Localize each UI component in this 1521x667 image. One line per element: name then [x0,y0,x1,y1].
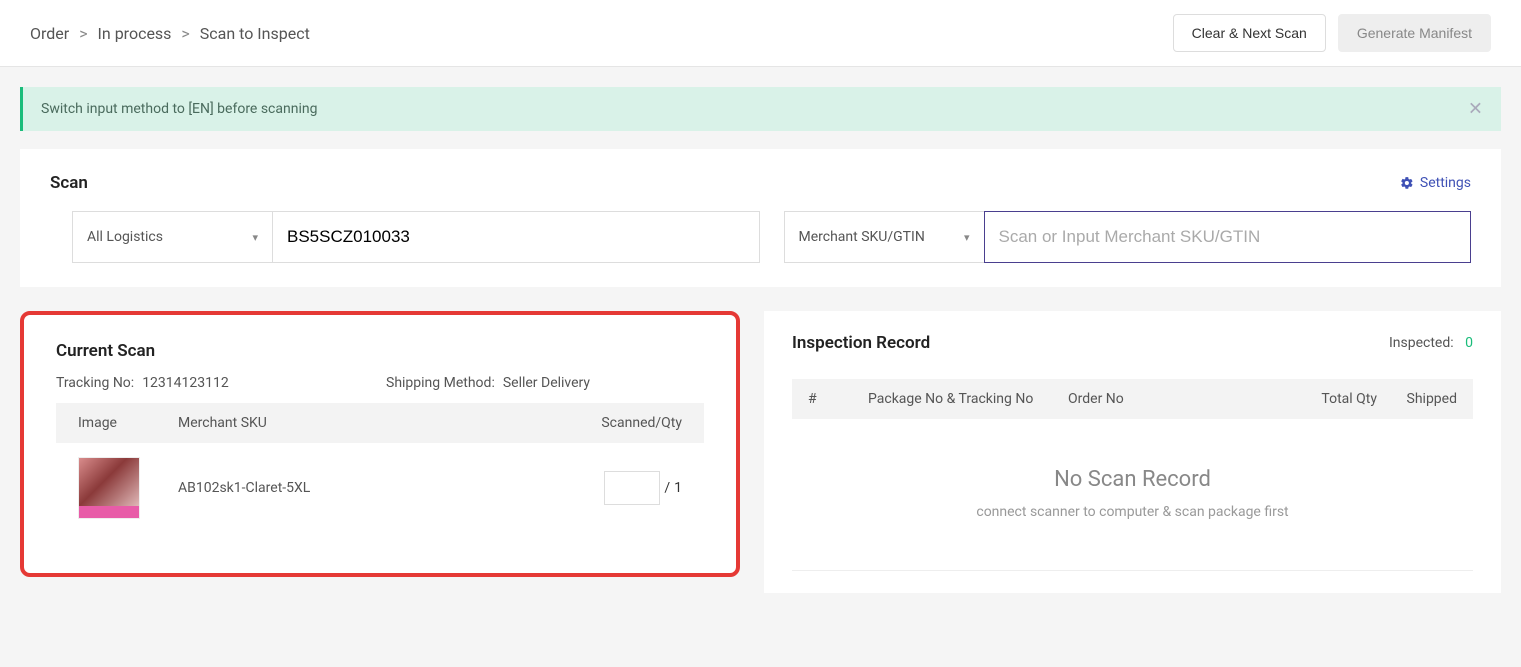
tracking-input[interactable] [272,211,760,263]
col-image: Image [78,415,178,431]
empty-subtitle: connect scanner to computer & scan packa… [792,504,1473,520]
close-icon[interactable]: ✕ [1468,99,1483,120]
inspected-label: Inspected: [1389,335,1454,351]
col-shipped: Shipped [1377,391,1457,407]
divider [792,570,1473,571]
qty-slash: / [664,480,670,496]
inspection-record-panel: Inspection Record Inspected: 0 # Package… [764,311,1501,593]
col-package-tracking: Package No & Tracking No [868,391,1068,407]
gear-icon [1400,176,1414,190]
inspection-title: Inspection Record [792,333,930,353]
current-scan-title: Current Scan [56,341,704,361]
logistics-select[interactable]: All Logistics ▾ [72,211,272,263]
sku-mode-select[interactable]: Merchant SKU/GTIN ▾ [784,211,984,263]
logistics-selected: All Logistics [87,229,163,245]
col-total-qty: Total Qty [1277,391,1377,407]
empty-title: No Scan Record [792,467,1473,492]
col-merchant-sku: Merchant SKU [178,415,562,431]
alert-banner: Switch input method to [EN] before scann… [20,87,1501,131]
inspected-value: 0 [1465,335,1473,351]
scanned-qty-input[interactable] [604,471,660,505]
current-scan-table-head: Image Merchant SKU Scanned/Qty [56,403,704,443]
tracking-no-label: Tracking No: [56,375,134,391]
empty-state: No Scan Record connect scanner to comput… [792,419,1473,550]
table-row: AB102sk1-Claret-5XL /1 [56,443,704,533]
current-scan-panel: Current Scan Tracking No: 12314123112 Sh… [20,311,740,577]
breadcrumb-sep: > [181,24,189,43]
scan-title: Scan [50,173,88,193]
chevron-down-icon: ▾ [252,231,258,244]
tracking-no-value: 12314123112 [142,375,229,391]
breadcrumb: Order > In process > Scan to Inspect [30,24,310,43]
shipping-method-label: Shipping Method: [386,375,495,391]
breadcrumb-sep: > [79,24,87,43]
alert-text: Switch input method to [EN] before scann… [41,101,317,117]
col-scanned-qty: Scanned/Qty [562,415,682,431]
col-number: # [808,391,868,407]
breadcrumb-in-process[interactable]: In process [98,24,172,43]
sku-input[interactable] [984,211,1472,263]
generate-manifest-button: Generate Manifest [1338,14,1491,52]
inspected-counter: Inspected: 0 [1389,335,1473,351]
col-order-no: Order No [1068,391,1277,407]
shipping-method-value: Seller Delivery [503,375,590,391]
sku-mode-selected: Merchant SKU/GTIN [799,229,925,245]
settings-label: Settings [1420,175,1471,191]
clear-next-scan-button[interactable]: Clear & Next Scan [1173,14,1326,52]
settings-link[interactable]: Settings [1400,175,1471,191]
row-total-qty: 1 [674,480,682,496]
breadcrumb-order[interactable]: Order [30,24,69,43]
chevron-down-icon: ▾ [964,231,970,244]
product-thumbnail[interactable] [78,457,140,519]
inspection-table-head: # Package No & Tracking No Order No Tota… [792,379,1473,419]
breadcrumb-scan-to-inspect: Scan to Inspect [200,24,310,43]
row-sku: AB102sk1-Claret-5XL [178,480,562,496]
